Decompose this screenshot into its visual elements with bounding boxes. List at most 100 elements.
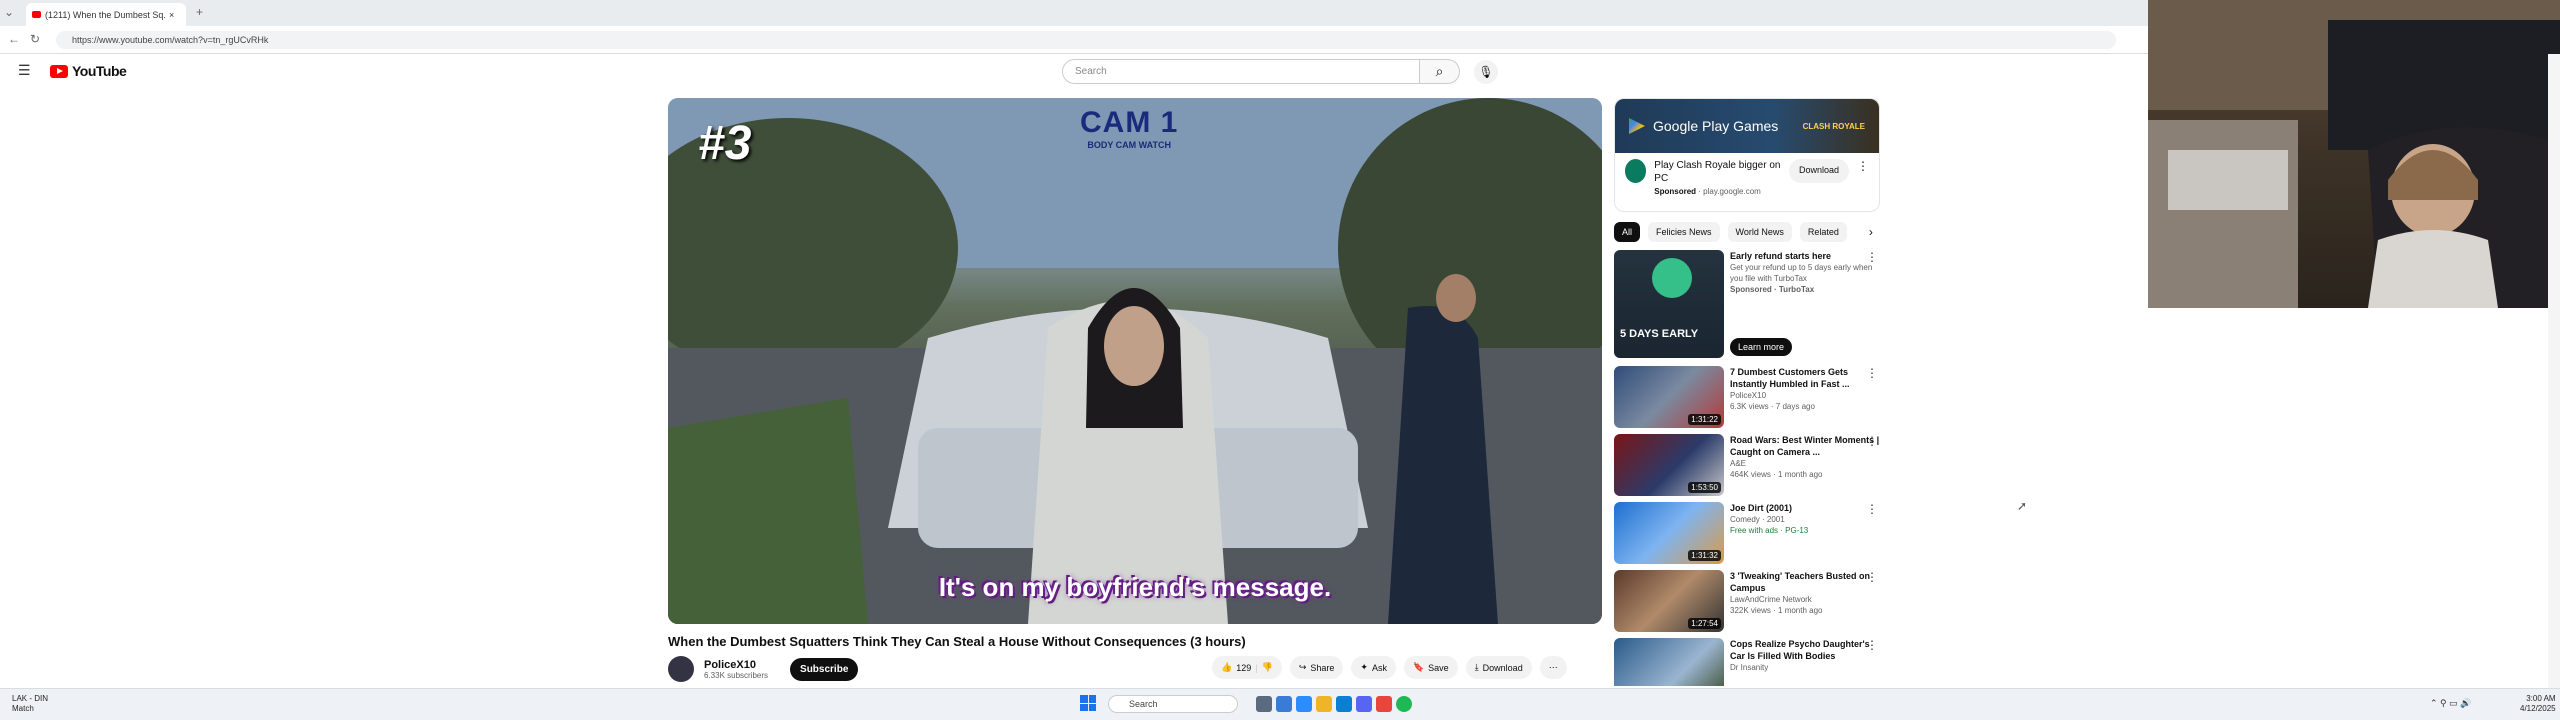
more-icon[interactable]: ⋮ <box>1866 366 1878 380</box>
ask-button[interactable]: ✦ Ask <box>1351 656 1396 679</box>
mouse-cursor-icon: ➚ <box>2017 499 2028 513</box>
webcam-scene <box>2148 0 2560 308</box>
channel-avatar[interactable] <box>668 656 694 682</box>
video-thumbnail[interactable]: 1:31:32 <box>1614 502 1724 564</box>
video-frame-scene <box>668 98 1602 624</box>
save-button[interactable]: 🔖 Save <box>1403 656 1458 679</box>
rec-channel: Comedy · 2001 <box>1730 515 1785 524</box>
list-item[interactable]: 1:27:54 3 'Tweaking' Teachers Busted on … <box>1614 570 1882 632</box>
list-item[interactable]: 1:31:22 7 Dumbest Customers Gets Instant… <box>1614 366 1882 428</box>
more-icon[interactable]: ⋮ <box>1866 570 1878 584</box>
spotify-icon[interactable] <box>1396 696 1412 712</box>
subscriber-count: 6.33K subscribers <box>704 670 769 680</box>
browser-tab-bar <box>0 0 2148 26</box>
more-icon[interactable]: ⋮ <box>1866 502 1878 516</box>
more-actions-button[interactable]: ⋯ <box>1539 656 1567 679</box>
list-item[interactable]: Cops Realize Psycho Daughter's Car Is Fi… <box>1614 638 1882 686</box>
thumbs-up-icon: 👍 <box>1221 662 1233 672</box>
more-icon[interactable]: ⋮ <box>1857 159 1869 196</box>
weather-widget[interactable]: LAK - DIN Match <box>12 694 48 714</box>
chip-all[interactable]: All <box>1614 222 1641 242</box>
more-icon[interactable]: ⋮ <box>1866 250 1878 264</box>
tab-menu-icon[interactable]: ⌄ <box>4 5 14 19</box>
share-icon: ↪ <box>1298 662 1307 672</box>
download-button[interactable]: ⤓ Download <box>1465 656 1532 679</box>
learn-more-button[interactable]: Learn more <box>1730 338 1793 356</box>
taskbar-search[interactable]: Search <box>1108 695 1238 713</box>
more-icon[interactable]: ⋮ <box>1866 434 1878 448</box>
list-item[interactable]: 1:31:32 Joe Dirt (2001) Comedy · 2001 Free… <box>1614 502 1882 564</box>
more-icon[interactable]: ⋮ <box>1866 638 1878 652</box>
chrome-icon[interactable] <box>1376 696 1392 712</box>
system-tray-icons[interactable]: ⌃ ⚲ ▭ 🔊 <box>2430 698 2471 709</box>
like-button[interactable]: 👍 129 | 👎 <box>1212 656 1282 679</box>
channel-row: PoliceX10 6.33K subscribers Subscribe <box>668 656 859 682</box>
url-field[interactable]: https://www.youtube.com/watch?v=tn_rgUCv… <box>56 31 2116 49</box>
chip-related[interactable]: Related <box>1799 222 1847 242</box>
youtube-play-icon <box>50 64 68 78</box>
ad-banner: Google Play Games CLASH ROYALE <box>1615 99 1879 153</box>
rec-title: Cops Realize Psycho Daughter's Car Is Fi… <box>1730 639 1870 661</box>
rec-meta: Free with ads · PG-13 <box>1730 526 1809 535</box>
video-thumbnail[interactable]: 1:53:50 <box>1614 434 1724 496</box>
rec-title: Joe Dirt (2001) <box>1730 503 1793 513</box>
chip-felicies-news[interactable]: Felicies News <box>1648 222 1720 242</box>
list-item[interactable]: 1:53:50 Road Wars: Best Winter Moments |… <box>1614 434 1882 496</box>
channel-name[interactable]: PoliceX10 <box>704 659 768 671</box>
video-actions: 👍 129 | 👎 ↪ Share ✦ Ask 🔖 Save ⤓ Download ⋯ <box>1212 656 1567 679</box>
video-player[interactable]: #3 CAM 1 BODY CAM WATCH It's on my boyfr… <box>668 98 1602 624</box>
turbotax-icon <box>1652 258 1692 298</box>
rec-meta: 6.3K views · 7 days ago <box>1730 402 1815 411</box>
new-tab-icon[interactable]: + <box>196 5 203 19</box>
chevron-right-icon[interactable]: › <box>1869 225 1873 239</box>
rec-channel: A&E <box>1730 459 1747 468</box>
rec-title: Road Wars: Best Winter Moments | Caught … <box>1730 435 1880 457</box>
task-view-icon[interactable] <box>1256 696 1272 712</box>
share-button[interactable]: ↪ Share <box>1289 656 1344 679</box>
more-icon: ⋯ <box>1548 662 1558 672</box>
page-scrollbar[interactable] <box>2548 54 2560 688</box>
video-thumbnail[interactable]: 1:31:22 <box>1614 366 1724 428</box>
video-caption: It's on my boyfriend's message. <box>938 572 1332 602</box>
rec-channel: PoliceX10 <box>1730 391 1767 400</box>
close-tab-icon[interactable]: × <box>169 10 174 20</box>
video-thumbnail[interactable]: 1:27:54 <box>1614 570 1724 632</box>
discord-icon[interactable] <box>1356 696 1372 712</box>
subscribe-button[interactable]: Subscribe <box>790 657 859 681</box>
list-item[interactable]: 5 DAYS EARLY Early refund starts here Ge… <box>1614 250 1882 358</box>
search-button[interactable]: ⌕ <box>1420 59 1460 84</box>
folder-icon[interactable] <box>1316 696 1332 712</box>
youtube-favicon-icon <box>32 11 41 18</box>
menu-icon[interactable]: ☰ <box>18 62 31 79</box>
bookmark-icon: 🔖 <box>1412 662 1425 672</box>
rec-channel: Dr Insanity <box>1730 663 1769 672</box>
rec-channel: LawAndCrime Network <box>1730 595 1812 604</box>
app-icon[interactable] <box>1276 696 1292 712</box>
ad-download-button[interactable]: Download <box>1788 159 1849 183</box>
video-thumbnail[interactable]: 5 DAYS EARLY <box>1614 250 1724 358</box>
search-input[interactable]: Search <box>1062 59 1420 84</box>
reload-icon[interactable]: ↻ <box>30 32 40 46</box>
sidebar-ad[interactable]: Google Play Games CLASH ROYALE Play Clas… <box>1614 98 1880 212</box>
youtube-logo[interactable]: YouTube <box>50 63 127 79</box>
tab-title: (1211) When the Dumbest Sq... <box>45 9 165 20</box>
video-thumbnail[interactable] <box>1614 638 1724 686</box>
rec-meta: 322K views · 1 month ago <box>1730 606 1823 615</box>
google-play-icon <box>1629 118 1645 134</box>
browser-tab[interactable]: (1211) When the Dumbest Sq... × <box>26 3 186 26</box>
windows-start-icon[interactable] <box>1080 695 1096 711</box>
cam-overlay: CAM 1 BODY CAM WATCH <box>1080 106 1179 150</box>
mic-icon: 🎙 <box>1478 65 1494 79</box>
webcam-overlay <box>2148 0 2560 308</box>
rec-meta: Get your refund up to 5 days early when … <box>1730 263 1873 283</box>
ad-domain: play.google.com <box>1703 187 1761 196</box>
back-icon[interactable]: ← <box>8 32 20 46</box>
system-clock[interactable]: 3:00 AM 4/12/2025 <box>2520 694 2556 714</box>
weather-desc: Match <box>12 704 34 713</box>
edge-icon[interactable] <box>1336 696 1352 712</box>
mic-button[interactable]: 🎙 <box>1474 60 1498 84</box>
thumbs-down-icon[interactable]: 👎 <box>1262 662 1273 673</box>
file-explorer-icon[interactable] <box>1296 696 1312 712</box>
chip-world-news[interactable]: World News <box>1727 222 1792 242</box>
logo-text: YouTube <box>72 63 127 79</box>
